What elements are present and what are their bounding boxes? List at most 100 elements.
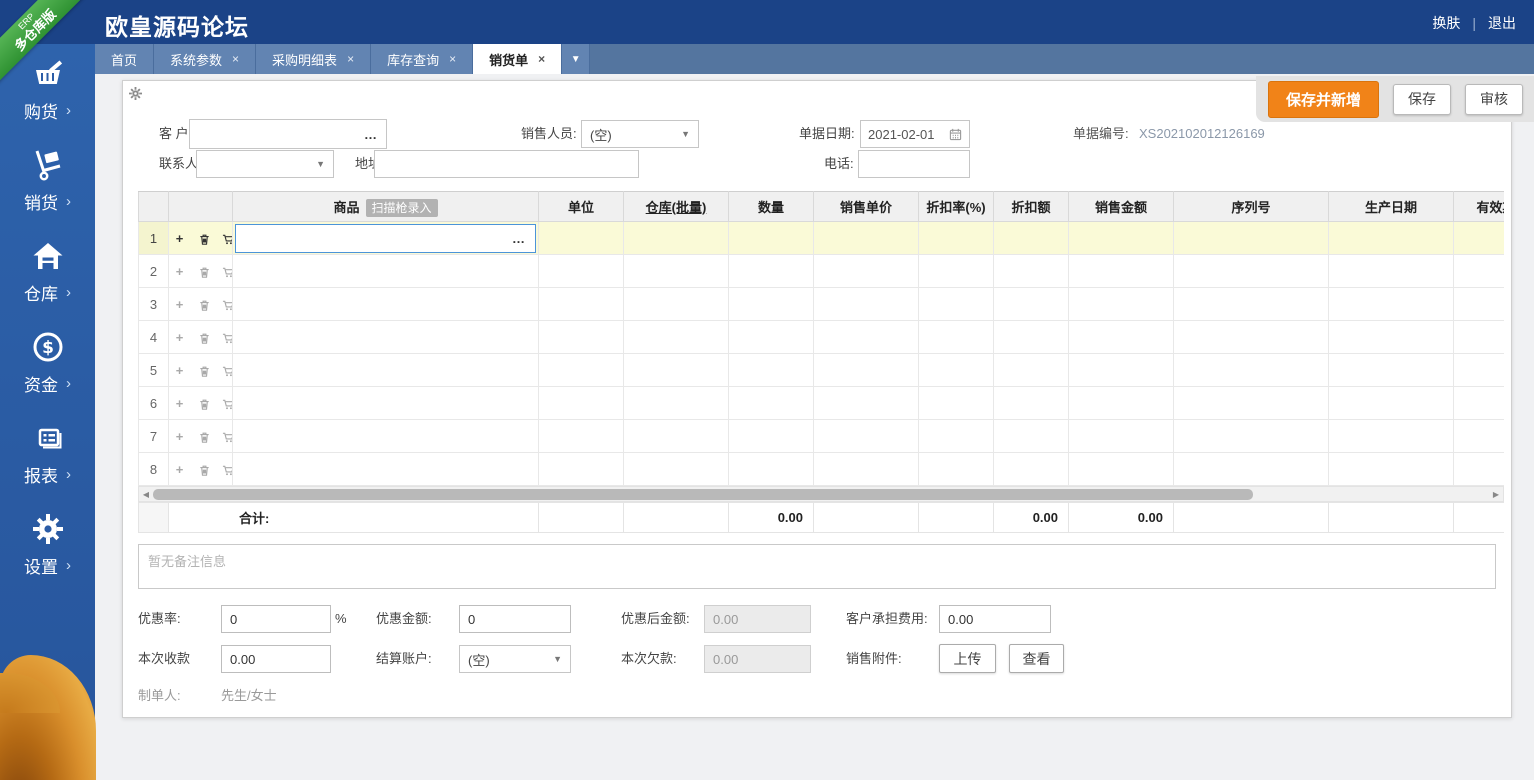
sales-amount-cell[interactable] [1068,452,1174,486]
product-cell[interactable] [232,353,539,387]
production-date-cell[interactable] [1328,452,1454,486]
unit-price-cell[interactable] [813,386,919,420]
expiry-cell[interactable] [1453,320,1504,354]
discount-amount-cell[interactable] [993,287,1069,321]
quantity-cell[interactable] [728,254,814,288]
add-row-icon[interactable]: + [172,462,187,477]
warehouse-cell[interactable] [623,254,729,288]
phone-input[interactable] [858,150,970,178]
serial-no-cell[interactable] [1173,287,1329,321]
serial-no-cell[interactable] [1173,221,1329,255]
unit-cell[interactable] [538,419,624,453]
add-row-icon[interactable]: + [172,264,187,279]
production-date-cell[interactable] [1328,287,1454,321]
unit-cell[interactable] [538,353,624,387]
sidebar-item-reports[interactable]: 报表 › [0,408,95,499]
expiry-cell[interactable] [1453,254,1504,288]
scrollbar-thumb[interactable] [153,488,1253,500]
discount-amount-cell[interactable] [993,221,1069,255]
sidebar-item-settings[interactable]: 设置 › [0,499,95,590]
scroll-left-icon[interactable]: ◀ [139,490,153,499]
discount-rate-cell[interactable] [918,452,994,486]
discount-amount-cell[interactable] [993,452,1069,486]
tab-purchase-detail[interactable]: 采购明细表 × [256,44,372,74]
cart-row-icon[interactable] [221,330,232,345]
panel-settings-gear-icon[interactable] [129,87,142,100]
ellipsis-icon[interactable]: … [356,127,386,142]
sales-amount-cell[interactable] [1068,353,1174,387]
expiry-cell[interactable] [1453,221,1504,255]
scroll-right-icon[interactable]: ▶ [1489,490,1503,499]
unit-cell[interactable] [538,320,624,354]
sidebar-item-funds[interactable]: $ 资金 › [0,317,95,408]
product-cell[interactable] [232,386,539,420]
quantity-cell[interactable] [728,386,814,420]
product-cell[interactable] [232,419,539,453]
expiry-cell[interactable] [1453,452,1504,486]
col-warehouse[interactable]: 仓库(批量) [623,191,729,222]
warehouse-cell[interactable] [623,287,729,321]
quantity-cell[interactable] [728,419,814,453]
unit-cell[interactable] [538,386,624,420]
settle-account-select[interactable]: (空) ▼ [459,645,571,673]
expiry-cell[interactable] [1453,353,1504,387]
discount-amount-cell[interactable] [993,386,1069,420]
sales-amount-cell[interactable] [1068,320,1174,354]
warehouse-cell[interactable] [623,353,729,387]
serial-no-cell[interactable] [1173,419,1329,453]
tab-list-dropdown[interactable]: ▼ [562,44,591,74]
discount-rate-cell[interactable] [918,320,994,354]
discount-rate-input[interactable] [221,605,331,633]
serial-no-cell[interactable] [1173,353,1329,387]
delete-row-icon[interactable] [197,297,212,312]
tab-sales-order[interactable]: 销货单 × [473,44,563,74]
save-and-new-button[interactable]: 保存并新增 [1268,80,1380,118]
add-row-icon[interactable]: + [172,231,187,246]
sales-amount-cell[interactable] [1068,221,1174,255]
unit-price-cell[interactable] [813,353,919,387]
sidebar-item-warehouse[interactable]: 仓库 › [0,226,95,317]
production-date-cell[interactable] [1328,386,1454,420]
customer-fee-input[interactable] [939,605,1051,633]
remark-textarea[interactable] [138,544,1496,589]
delete-row-icon[interactable] [197,396,212,411]
quantity-cell[interactable] [728,221,814,255]
discount-rate-cell[interactable] [918,254,994,288]
calendar-icon[interactable] [949,128,962,141]
cart-row-icon[interactable] [221,429,232,444]
serial-no-cell[interactable] [1173,320,1329,354]
delete-row-icon[interactable] [197,231,212,246]
product-picker[interactable]: … [235,223,536,253]
tab-inventory-query[interactable]: 库存查询 × [371,44,474,74]
warehouse-cell[interactable] [623,221,729,255]
product-cell[interactable] [232,287,539,321]
discount-rate-cell[interactable] [918,419,994,453]
sales-amount-cell[interactable] [1068,287,1174,321]
expiry-cell[interactable] [1453,419,1504,453]
customer-input[interactable] [190,120,356,148]
address-input[interactable] [374,150,639,178]
sales-amount-cell[interactable] [1068,419,1174,453]
scan-gun-badge[interactable]: 扫描枪录入 [365,199,438,217]
discount-amount-cell[interactable] [993,254,1069,288]
unit-price-cell[interactable] [813,320,919,354]
discount-rate-cell[interactable] [918,221,994,255]
view-button[interactable]: 查看 [1009,644,1064,673]
serial-no-cell[interactable] [1173,254,1329,288]
product-cell[interactable] [232,320,539,354]
expiry-cell[interactable] [1453,287,1504,321]
warehouse-cell[interactable] [623,452,729,486]
cart-row-icon[interactable] [221,363,232,378]
discount-amount-cell[interactable] [993,353,1069,387]
ellipsis-icon[interactable]: … [502,231,535,246]
cart-row-icon[interactable] [221,231,232,246]
product-cell[interactable]: … [232,221,539,255]
cart-row-icon[interactable] [221,396,232,411]
quantity-cell[interactable] [728,353,814,387]
production-date-cell[interactable] [1328,419,1454,453]
product-cell[interactable] [232,254,539,288]
unit-price-cell[interactable] [813,221,919,255]
delete-row-icon[interactable] [197,462,212,477]
production-date-cell[interactable] [1328,254,1454,288]
tab-close-icon[interactable]: × [232,52,239,66]
